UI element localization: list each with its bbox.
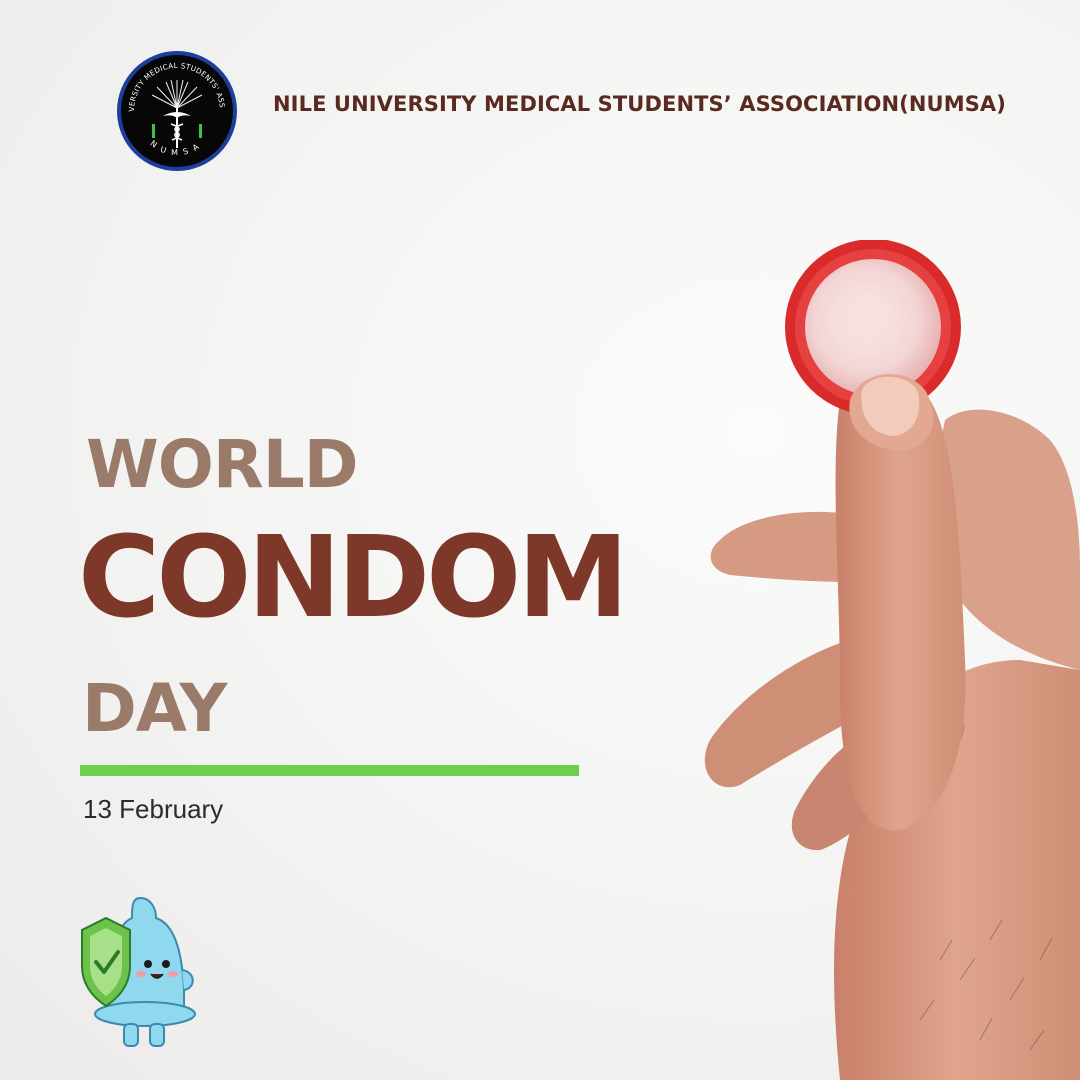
title-condom: CONDOM [78,513,629,643]
condom-mascot-icon [78,890,210,1052]
numsa-logo: NILE UNIVERSITY MEDICAL STUDENTS' ASSOCI… [113,43,238,172]
hand-holding-condom-photo [690,239,1080,1080]
organization-name: NILE UNIVERSITY MEDICAL STUDENTS’ ASSOCI… [273,92,1006,116]
caduceus-emblem-icon: NILE UNIVERSITY MEDICAL STUDENTS' ASSOCI… [113,43,237,171]
accent-divider [80,765,579,776]
poster: NILE UNIVERSITY MEDICAL STUDENTS' ASSOCI… [0,0,1080,1080]
title-world: WORLD [86,426,359,503]
event-date: 13 February [83,794,224,824]
title-day: DAY [82,670,227,747]
